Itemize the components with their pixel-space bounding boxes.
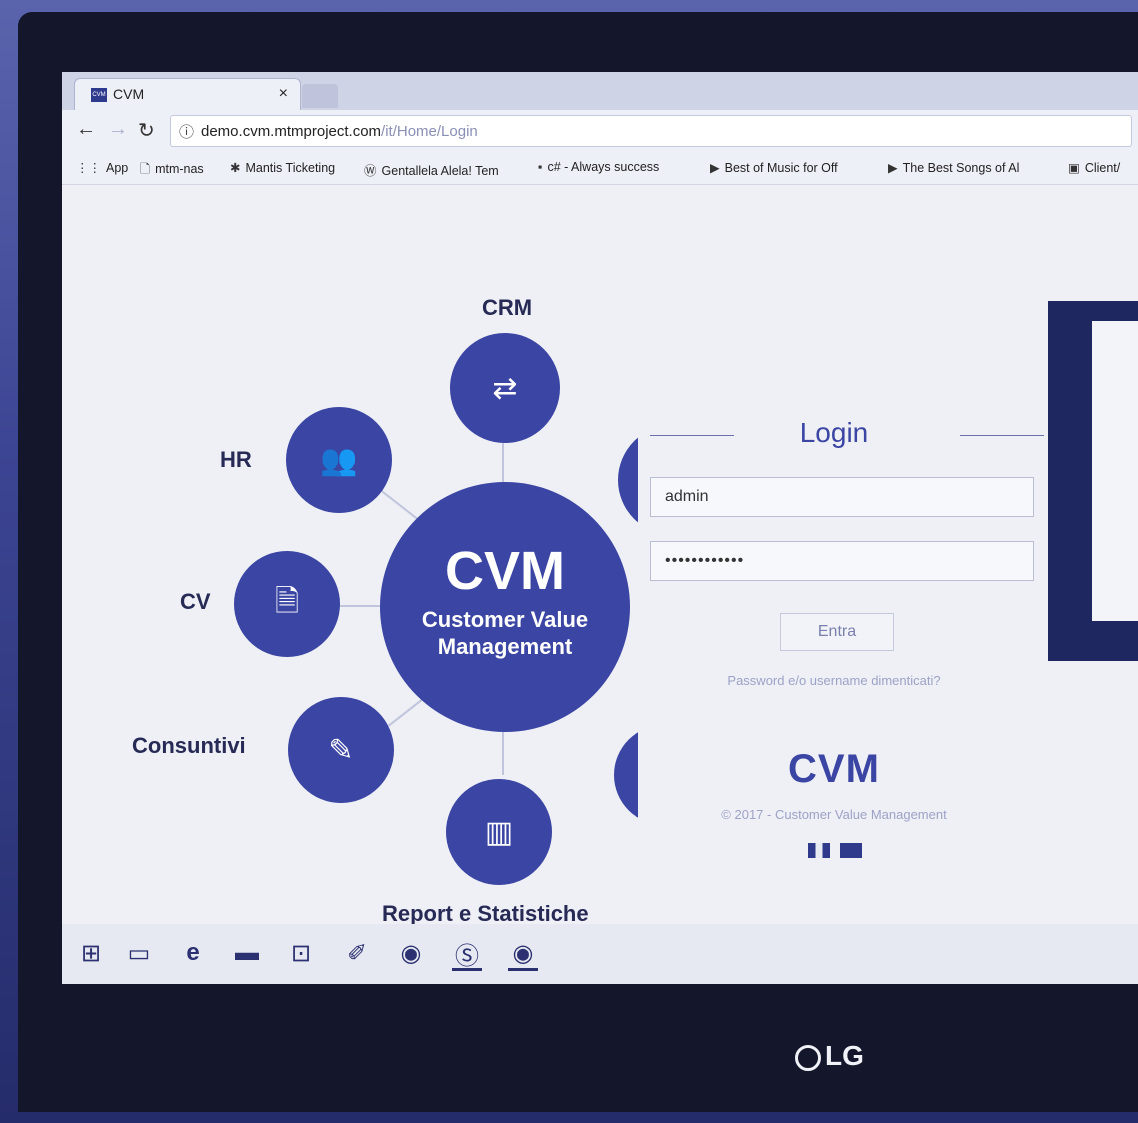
bookmark-csharp[interactable]: ▪ c# - Always success (538, 160, 659, 174)
mantis-icon: ✱ (230, 161, 241, 175)
hub-subtitle-line1: Customer Value (421, 607, 589, 632)
file-explorer-icon[interactable]: ▬ (232, 938, 262, 968)
wordpress-icon: Ⓦ (364, 164, 377, 178)
url-host: demo.cvm.mtmproject.com (201, 123, 382, 140)
bookmark-client[interactable]: ▣ Client/ (1068, 160, 1120, 175)
bookmark-mantis[interactable]: ✱ Mantis Ticketing (230, 160, 335, 175)
bookmark-mtm-nas[interactable]: 🗋 mtm-nas (140, 160, 204, 181)
diagram-connector (338, 605, 386, 607)
report-node[interactable]: ▥ (446, 779, 552, 885)
monitor-brand-logo: LG (795, 1040, 864, 1072)
username-field[interactable]: admin (650, 477, 1034, 517)
browser-tabbar: CVM CVM × (62, 72, 1138, 111)
crm-label: CRM (482, 295, 533, 320)
bookmark-label: c# - Always success (547, 160, 660, 174)
hub-title: CVM (445, 541, 565, 601)
bookmark-label: Mantis Ticketing (245, 161, 336, 175)
page-icon: ▣ (1068, 161, 1080, 175)
hr-label: HR (220, 447, 252, 472)
bar-chart-icon: ▥ (484, 815, 514, 849)
cv-node[interactable]: 🗎 (234, 551, 340, 657)
lg-logo-icon (795, 1044, 821, 1071)
login-divider (960, 435, 1044, 436)
password-field[interactable]: •••••••••••• (650, 541, 1034, 581)
store-icon[interactable]: ⊡ (286, 938, 316, 968)
youtube-icon: ▶ (710, 161, 720, 175)
tab-close-icon[interactable]: × (279, 85, 288, 103)
youtube-icon: ▶ (888, 161, 898, 175)
task-view-icon[interactable]: ▭ (124, 938, 154, 968)
bookmark-label: mtm-nas (155, 162, 204, 176)
app-preview-image (1048, 301, 1138, 661)
windows-taskbar: ⊞ ▭ e ▬ ⊡ ✐ ◉ Ⓢ ◉ (62, 924, 1138, 984)
users-icon: 👥 (320, 443, 358, 477)
page-content: CVM Customer Value Management CRM ⇄ HR 👥… (62, 185, 1138, 926)
app-preview-inner (1092, 321, 1138, 621)
diagram-connector (502, 731, 504, 775)
login-title: Login (799, 417, 869, 448)
login-submit-button[interactable]: Entra (780, 613, 894, 651)
consuntivi-node[interactable]: ✎ (288, 697, 394, 803)
language-selector (808, 843, 868, 861)
crm-node[interactable]: ⇄ (450, 333, 560, 443)
login-panel: Login admin •••••••••••• Entra Password … (638, 355, 1044, 875)
tab-title: CVM (113, 86, 145, 102)
bookmark-label: Best of Music for Off (724, 161, 838, 175)
edit-icon: ✎ (328, 733, 354, 767)
english-flag-icon[interactable] (840, 843, 862, 858)
bookmark-label: App (106, 161, 129, 175)
bookmark-label: The Best Songs of Al (902, 161, 1020, 175)
document-icon: 🗎 (274, 584, 300, 618)
bookmark-app[interactable]: ⋮⋮ App (76, 160, 128, 175)
forgot-credentials-link[interactable]: Password e/o username dimenticati? (638, 673, 1030, 688)
hr-node[interactable]: 👥 (286, 407, 392, 513)
cvm-hub: CVM Customer Value Management (380, 482, 630, 732)
windows-start-icon[interactable]: ⊞ (76, 938, 106, 968)
bookmark-gentallela[interactable]: Ⓦ Gentallela Alela! Tem (364, 160, 499, 179)
bookmark-label: Gentallela Alela! Tem (381, 164, 499, 178)
cv-label: CV (180, 589, 211, 614)
hub-subtitle-line2: Management (437, 634, 573, 659)
skype-icon[interactable]: Ⓢ (452, 938, 482, 971)
cvm-logo: CVM (788, 747, 880, 791)
monitor-brand-text: LG (825, 1040, 864, 1071)
forward-arrow-icon[interactable]: → (108, 118, 128, 141)
bookmark-best-songs[interactable]: ▶ The Best Songs of Al (888, 160, 1019, 175)
chrome-icon[interactable]: ◉ (508, 938, 538, 971)
address-bar[interactable]: ⓘ demo.cvm.mtmproject.com/it/Home/Login (170, 115, 1132, 147)
bookmarks-bar: ⋮⋮ App 🗋 mtm-nas ✱ Mantis Ticketing Ⓦ Gental… (62, 152, 1138, 185)
url-text: demo.cvm.mtmproject.com/it/Home/Login (201, 123, 478, 140)
retweet-icon: ⇄ (492, 371, 518, 405)
consuntivi-label: Consuntivi (132, 733, 246, 758)
reload-icon[interactable]: ↻ (138, 118, 155, 143)
url-path: /it/Home/Login (381, 123, 478, 140)
monitor-screen: CVM CVM × ← → ↻ ⓘ demo.cvm.mtmproject.co… (62, 72, 1138, 984)
info-icon[interactable]: ⓘ (179, 121, 194, 142)
bookmark-label: Client/ (1084, 161, 1121, 175)
page-icon: 🗋 (140, 162, 151, 176)
favicon-icon: CVM (91, 88, 107, 102)
apps-grid-icon: ⋮⋮ (76, 161, 101, 175)
italian-flag-icon[interactable] (808, 843, 830, 858)
bookmark-best-music[interactable]: ▶ Best of Music for Off (710, 160, 838, 175)
chrome-icon[interactable]: ◉ (396, 938, 426, 968)
browser-toolbar: ← → ↻ ⓘ demo.cvm.mtmproject.com/it/Home/… (62, 110, 1138, 152)
browser-tab[interactable]: CVM CVM × (74, 78, 301, 111)
notes-icon[interactable]: ✐ (342, 938, 372, 968)
page-icon: ▪ (538, 160, 543, 174)
new-tab-button[interactable] (302, 84, 338, 108)
back-arrow-icon[interactable]: ← (76, 118, 96, 141)
copyright-text: © 2017 - Customer Value Management (721, 807, 947, 822)
edge-icon[interactable]: e (178, 938, 208, 968)
